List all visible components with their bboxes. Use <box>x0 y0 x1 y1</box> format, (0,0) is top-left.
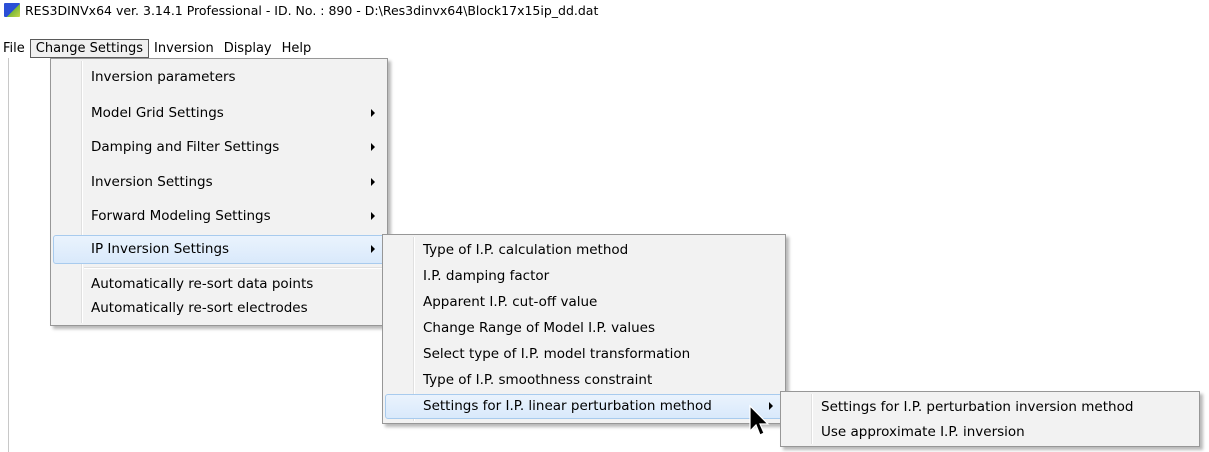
menu-item-damping-filter-settings[interactable]: Damping and Filter Settings <box>53 132 385 162</box>
menu-item-ip-range[interactable]: Change Range of Model I.P. values <box>385 316 783 340</box>
menu-file[interactable]: File <box>0 39 30 58</box>
submenu-arrow-icon <box>371 109 375 117</box>
menu-item-ip-smoothness-constraint[interactable]: Type of I.P. smoothness constraint <box>385 368 783 392</box>
title-menubar-gap <box>0 20 1209 38</box>
menu-item-label: Change Range of Model I.P. values <box>423 320 655 336</box>
menu-item-resort-electrodes[interactable]: Automatically re-sort electrodes <box>53 297 385 319</box>
menu-item-label: Use approximate I.P. inversion <box>821 424 1025 440</box>
window-client-edge <box>8 58 9 452</box>
menu-item-label: Type of I.P. calculation method <box>423 242 629 258</box>
menu-display[interactable]: Display <box>219 39 277 58</box>
menu-item-label: Apparent I.P. cut-off value <box>423 294 598 310</box>
menu-separator <box>84 267 384 269</box>
submenu-arrow-icon <box>371 143 375 151</box>
menu-item-label: Forward Modeling Settings <box>91 208 271 224</box>
app-icon <box>4 3 20 17</box>
menu-item-ip-model-transformation[interactable]: Select type of I.P. model transformation <box>385 342 783 366</box>
change-settings-menu: Inversion parameters Model Grid Settings… <box>50 58 388 326</box>
menu-item-label: Inversion Settings <box>91 174 213 190</box>
menu-item-label: Settings for I.P. linear perturbation me… <box>423 398 712 414</box>
menu-item-resort-data-points[interactable]: Automatically re-sort data points <box>53 273 385 295</box>
window-title: RES3DINVx64 ver. 3.14.1 Professional - I… <box>25 2 599 18</box>
menu-item-label: Select type of I.P. model transformation <box>423 346 691 362</box>
menu-item-label: I.P. damping factor <box>423 268 550 284</box>
menu-inversion[interactable]: Inversion <box>149 39 219 58</box>
menu-item-approximate-ip-inversion[interactable]: Use approximate I.P. inversion <box>783 420 1197 444</box>
menu-item-label: Automatically re-sort data points <box>91 276 314 292</box>
menu-item-ip-calculation-method[interactable]: Type of I.P. calculation method <box>385 238 783 262</box>
title-bar: RES3DINVx64 ver. 3.14.1 Professional - I… <box>0 0 1209 21</box>
menu-item-label: Model Grid Settings <box>91 105 224 121</box>
menu-item-label: Damping and Filter Settings <box>91 139 280 155</box>
menu-item-forward-modeling-settings[interactable]: Forward Modeling Settings <box>53 201 385 231</box>
menu-item-label: Automatically re-sort electrodes <box>91 300 308 316</box>
menu-item-label: Type of I.P. smoothness constraint <box>423 372 653 388</box>
menu-item-label: Settings for I.P. perturbation inversion… <box>821 399 1134 415</box>
menu-bar: File Change Settings Inversion Display H… <box>0 38 316 58</box>
mouse-cursor-icon <box>749 404 770 436</box>
menu-item-label: IP Inversion Settings <box>91 241 230 257</box>
linear-perturbation-submenu: Settings for I.P. perturbation inversion… <box>780 391 1200 447</box>
menu-item-ip-inversion-settings[interactable]: IP Inversion Settings <box>53 235 385 264</box>
menu-help[interactable]: Help <box>277 39 317 58</box>
submenu-arrow-icon <box>371 178 375 186</box>
menu-item-perturbation-inversion-settings[interactable]: Settings for I.P. perturbation inversion… <box>783 395 1197 419</box>
submenu-arrow-icon <box>371 245 375 253</box>
menu-item-inversion-settings[interactable]: Inversion Settings <box>53 167 385 197</box>
menu-item-label: Inversion parameters <box>91 69 236 85</box>
menu-change-settings[interactable]: Change Settings <box>29 38 149 58</box>
menu-item-ip-cutoff-value[interactable]: Apparent I.P. cut-off value <box>385 290 783 314</box>
ip-inversion-submenu: Type of I.P. calculation method I.P. dam… <box>382 234 786 424</box>
menu-item-ip-linear-perturbation[interactable]: Settings for I.P. linear perturbation me… <box>385 394 783 419</box>
menu-item-inversion-parameters[interactable]: Inversion parameters <box>53 62 385 92</box>
menu-item-model-grid-settings[interactable]: Model Grid Settings <box>53 98 385 128</box>
submenu-arrow-icon <box>371 212 375 220</box>
menu-item-ip-damping-factor[interactable]: I.P. damping factor <box>385 264 783 288</box>
